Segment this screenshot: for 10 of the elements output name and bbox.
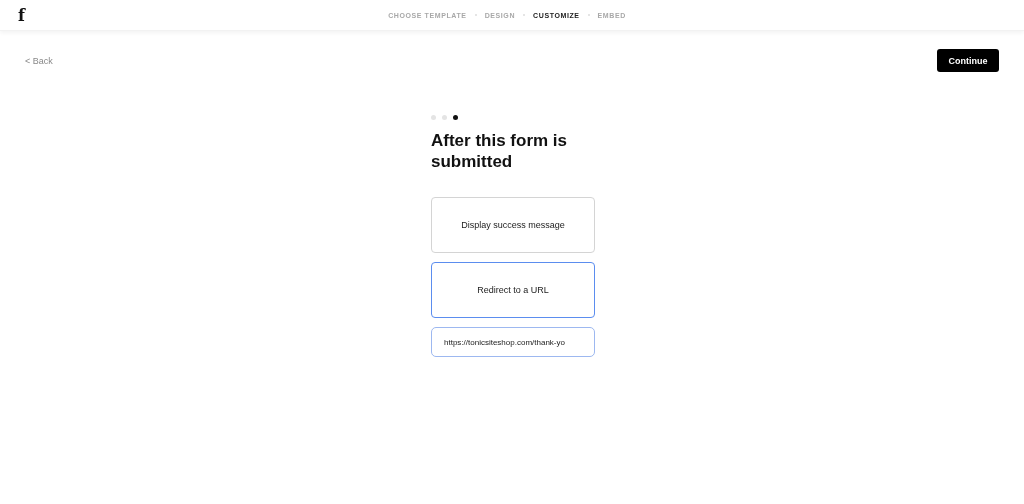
option-card[interactable]: Redirect to a URL [431,262,595,318]
back-link[interactable]: < Back [25,55,53,66]
page-dot[interactable] [431,115,436,120]
page-dot[interactable] [453,115,458,120]
page-dot[interactable] [442,115,447,120]
option-card[interactable]: Display success message [431,197,595,253]
logo[interactable]: f [18,6,25,25]
heading: After this form is submitted [431,130,569,172]
url-field[interactable]: https://tonicsiteshop.com/thank-yo [431,327,595,357]
continue-button[interactable]: Continue [937,49,999,72]
